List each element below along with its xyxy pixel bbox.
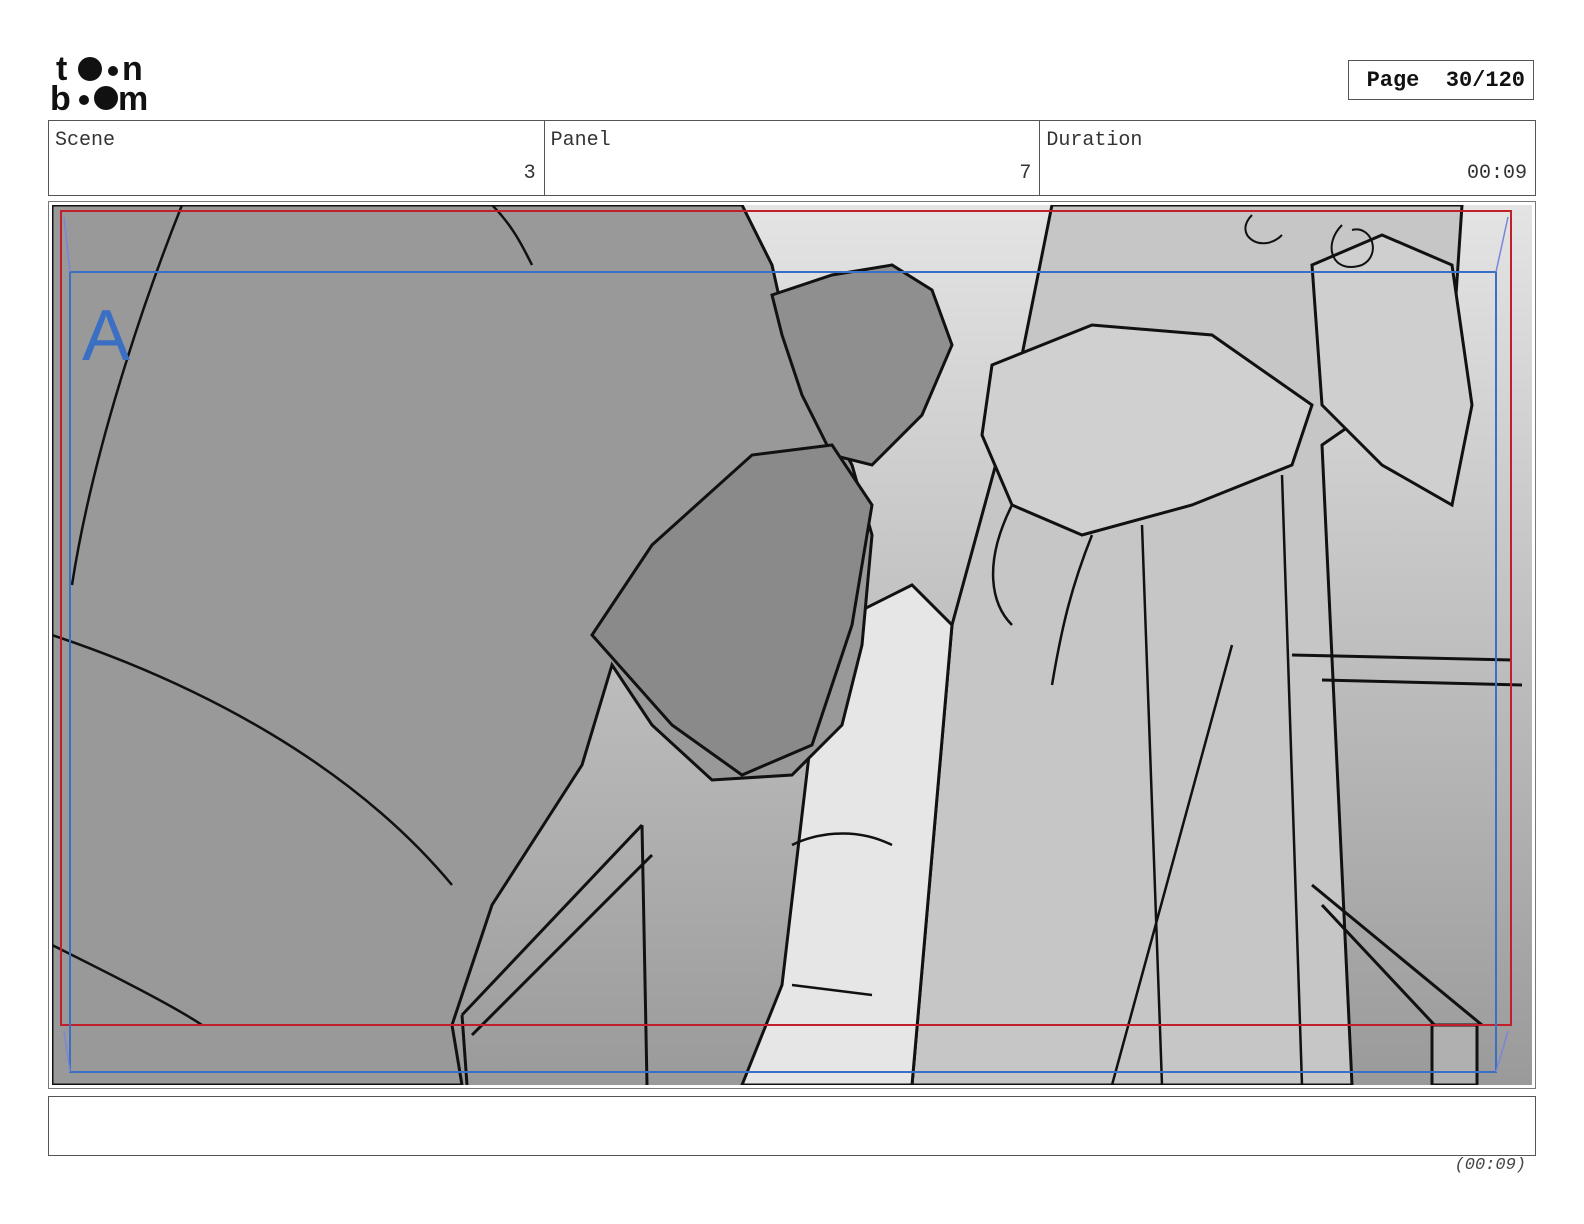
duration-label: Duration: [1046, 129, 1143, 152]
panel-value: 7: [1019, 162, 1032, 185]
toon-boom-logo: t n b m: [50, 50, 148, 114]
duration-cell: Duration 00:09: [1040, 121, 1535, 195]
scene-value: 3: [523, 162, 536, 185]
panel-sketch: A: [52, 205, 1532, 1085]
page-label: Page: [1366, 67, 1420, 93]
footer-duration: (00:09): [1454, 1156, 1526, 1175]
storyboard-panel: A: [48, 201, 1536, 1089]
scene-label: Scene: [55, 129, 116, 152]
chair-post: [1430, 1023, 1479, 1085]
panel-info-row: Scene 3 Panel 7 Duration 00:09: [48, 120, 1536, 196]
panel-label: Panel: [550, 129, 611, 152]
layer-label: A: [82, 296, 130, 376]
duration-value: 00:09: [1467, 162, 1528, 185]
page-value: 30/120: [1445, 67, 1525, 93]
svg-text:m: m: [118, 80, 148, 114]
panel-cell: Panel 7: [545, 121, 1041, 195]
scene-cell: Scene 3: [49, 121, 545, 195]
panel-notes-box[interactable]: [48, 1096, 1536, 1156]
page-indicator: Page 30/120: [1348, 60, 1534, 100]
svg-text:b: b: [50, 80, 71, 114]
